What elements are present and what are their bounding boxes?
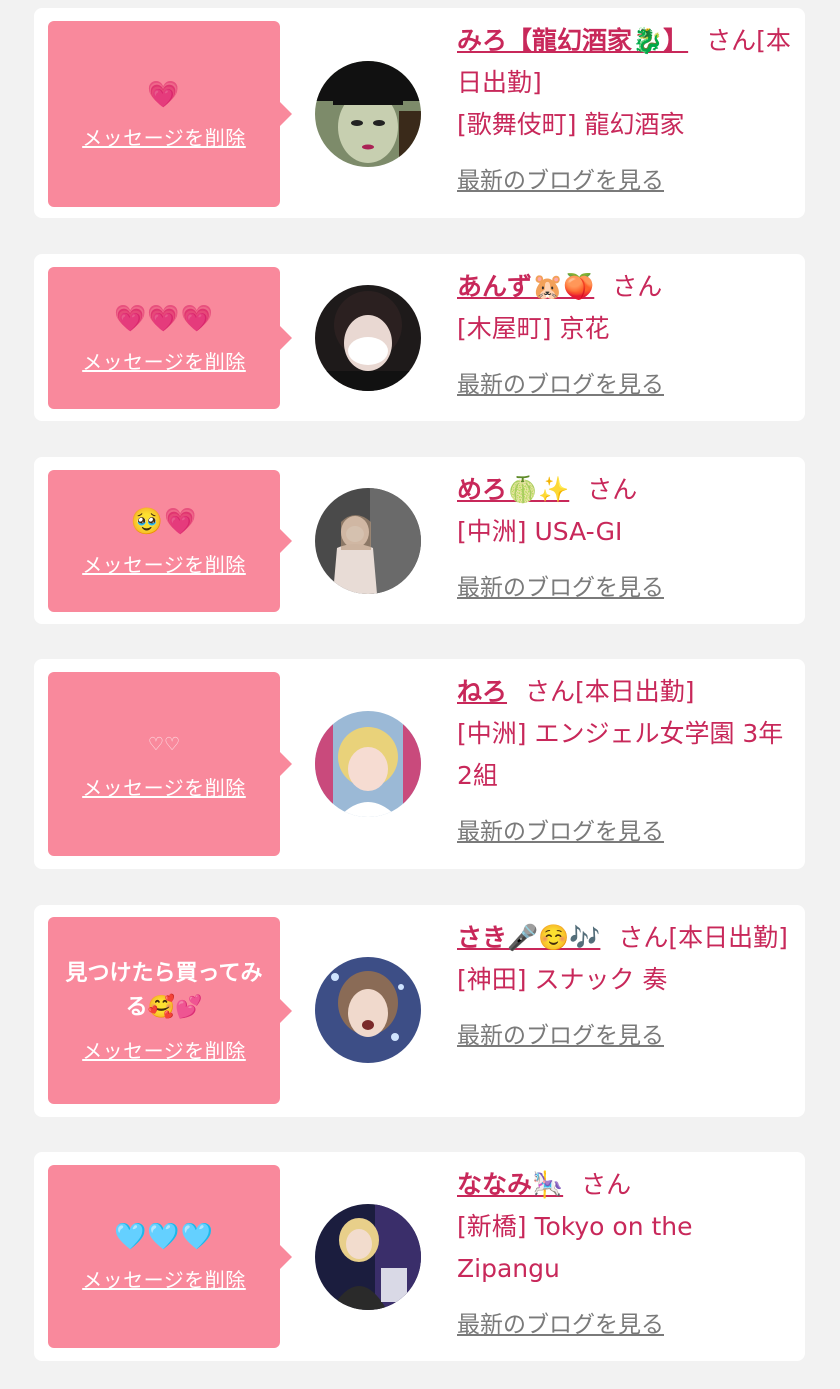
delete-message-link[interactable]: メッセージを削除 — [82, 346, 246, 375]
message-bubble: 💗💗💗 メッセージを削除 — [48, 267, 292, 409]
latest-blog-link[interactable]: 最新のブログを見る — [457, 364, 664, 406]
message-text: 🥹💗 — [130, 506, 198, 537]
cast-name-link[interactable]: ねろ — [457, 677, 507, 706]
latest-blog-link[interactable]: 最新のブログを見る — [457, 811, 664, 853]
honorific: さん — [525, 677, 576, 706]
message-text: 💗 — [147, 79, 181, 110]
avatar[interactable] — [315, 61, 421, 167]
cast-info: さき🎤☺️🎶 さん[本日出勤] [神田] スナック 奏 最新のブログを見る — [457, 917, 793, 1057]
delete-message-link[interactable]: メッセージを削除 — [82, 772, 246, 801]
delete-message-link[interactable]: メッセージを削除 — [82, 549, 246, 578]
cast-info: ななみ🎠 さん [新橋] Tokyo on the Zipangu 最新のブログを… — [457, 1164, 793, 1346]
message-card: 🥹💗 メッセージを削除 めろ🍈✨ さん [中洲] USA-GI 最新のブログを見る — [34, 457, 805, 624]
message-text: 🩵🩵🩵 — [113, 1222, 215, 1252]
status-text: [本日出勤] — [575, 677, 695, 706]
avatar-photo-icon — [315, 488, 421, 594]
message-bubble: 💗 メッセージを削除 — [48, 21, 292, 207]
cast-info: みろ【龍幻酒家🐉】 さん[本日出勤] [歌舞伎町] 龍幻酒家 最新のブログを見る — [457, 20, 793, 202]
shop-text: [中洲] エンジェル女学園 3年2組 — [457, 719, 784, 790]
cast-info: あんず🐹🍑 さん [木屋町] 京花 最新のブログを見る — [457, 266, 793, 406]
cast-name-link[interactable]: あんず🐹🍑 — [457, 272, 594, 301]
shop-text: [歌舞伎町] 龍幻酒家 — [457, 110, 685, 139]
message-card: ♡♡ メッセージを削除 ねろ さん[本日出勤] [中洲] エンジェル女学園 3年2… — [34, 659, 805, 869]
cast-name-link[interactable]: さき🎤☺️🎶 — [457, 923, 600, 952]
cast-info: ねろ さん[本日出勤] [中洲] エンジェル女学園 3年2組 最新のブログを見る — [457, 671, 793, 853]
avatar-photo-icon — [315, 1204, 421, 1310]
shop-text: [新橋] Tokyo on the Zipangu — [457, 1212, 693, 1283]
message-bubble: ♡♡ メッセージを削除 — [48, 672, 292, 856]
cast-name-link[interactable]: ななみ🎠 — [457, 1170, 563, 1199]
delete-message-link[interactable]: メッセージを削除 — [82, 122, 246, 151]
honorific: さん — [612, 272, 663, 301]
latest-blog-link[interactable]: 最新のブログを見る — [457, 1304, 664, 1346]
avatar[interactable] — [315, 488, 421, 594]
message-card: 💗💗💗 メッセージを削除 あんず🐹🍑 さん [木屋町] 京花 最新のブログを見る — [34, 254, 805, 421]
honorific: さん — [587, 475, 638, 504]
avatar[interactable] — [315, 957, 421, 1063]
message-bubble: 見つけたら買ってみる🥰💕 メッセージを削除 — [48, 917, 292, 1104]
shop-text: [中洲] USA-GI — [457, 517, 623, 546]
honorific: さん — [618, 923, 669, 952]
shop-text: [神田] スナック 奏 — [457, 965, 668, 994]
message-text: ♡♡ — [147, 733, 181, 755]
message-text: 💗💗💗 — [113, 303, 215, 334]
message-text: 見つけたら買ってみる🥰💕 — [65, 961, 263, 1020]
avatar-photo-icon — [315, 61, 421, 167]
delete-message-link[interactable]: メッセージを削除 — [82, 1035, 246, 1064]
avatar[interactable] — [315, 711, 421, 817]
avatar[interactable] — [315, 285, 421, 391]
latest-blog-link[interactable]: 最新のブログを見る — [457, 160, 664, 202]
avatar[interactable] — [315, 1204, 421, 1310]
avatar-photo-icon — [315, 285, 421, 391]
cast-info: めろ🍈✨ さん [中洲] USA-GI 最新のブログを見る — [457, 469, 793, 609]
cast-name-link[interactable]: みろ【龍幻酒家🐉】 — [457, 26, 688, 55]
message-bubble: 🩵🩵🩵 メッセージを削除 — [48, 1165, 292, 1348]
avatar-photo-icon — [315, 711, 421, 817]
avatar-photo-icon — [315, 957, 421, 1063]
latest-blog-link[interactable]: 最新のブログを見る — [457, 1015, 664, 1057]
honorific: さん — [581, 1170, 632, 1199]
message-card: 🩵🩵🩵 メッセージを削除 ななみ🎠 さん [新橋] Tokyo on the Zi… — [34, 1152, 805, 1361]
status-text: [本日出勤] — [668, 923, 788, 952]
honorific: さん — [706, 26, 757, 55]
latest-blog-link[interactable]: 最新のブログを見る — [457, 567, 664, 609]
message-card: 💗 メッセージを削除 みろ【龍幻酒家🐉】 さん[本日出勤] [歌舞伎町] 龍幻酒家… — [34, 8, 805, 218]
cast-name-link[interactable]: めろ🍈✨ — [457, 475, 569, 504]
message-bubble: 🥹💗 メッセージを削除 — [48, 470, 292, 612]
shop-text: [木屋町] 京花 — [457, 314, 610, 343]
delete-message-link[interactable]: メッセージを削除 — [82, 1264, 246, 1293]
message-card: 見つけたら買ってみる🥰💕 メッセージを削除 さき🎤☺️🎶 さん[本日出勤] [神田… — [34, 905, 805, 1117]
